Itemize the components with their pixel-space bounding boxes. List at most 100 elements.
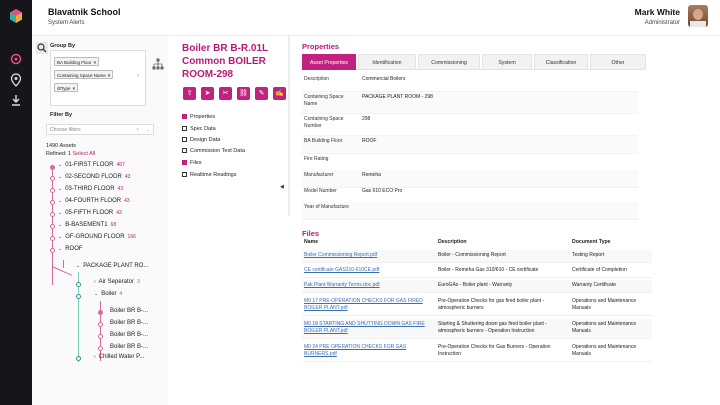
table-row[interactable]: M0 18 STARTING AND SHUTTING DOWN GAS FIR… (302, 319, 652, 339)
property-value: Remeha (362, 172, 381, 178)
file-link[interactable]: Boiler Commissioning Report.pdf (304, 252, 434, 259)
download-icon[interactable] (9, 93, 23, 107)
tree-item[interactable]: ⌄ PACKAGE PLANT RO... (76, 263, 148, 269)
tree-item[interactable]: ⌄ Boiler 4 (94, 291, 122, 297)
clear-icon[interactable]: × (136, 125, 139, 135)
nav-item-properties[interactable]: Properties (182, 114, 215, 120)
group-chip[interactable]: Containing Space Name × (54, 70, 114, 79)
nav-item-design-data[interactable]: Design Data (182, 137, 220, 143)
file-link[interactable]: CE certificate GAS310-610CE.pdf (304, 267, 434, 274)
checkbox[interactable] (182, 126, 187, 131)
app-logo-icon[interactable] (9, 9, 23, 23)
asset-title: Boiler BR B-R.01L Common BOILER ROOM-298 (182, 43, 268, 80)
tab-commissioning[interactable]: Commissioning (418, 54, 480, 70)
tree-item[interactable]: ⌄ 04-FOURTH FLOOR 43 (58, 198, 130, 204)
property-key: Model Number (304, 188, 337, 194)
tools-icon[interactable]: ✂ (219, 87, 232, 100)
column-header[interactable]: Description (438, 239, 467, 245)
settings-pin-icon[interactable] (9, 53, 23, 67)
checkbox[interactable] (182, 114, 187, 119)
search-icon[interactable] (36, 42, 48, 54)
tab-identification[interactable]: Identification (358, 54, 416, 70)
group-by-box[interactable]: BA Building Floor × Containing Space Name… (50, 50, 146, 106)
checkbox[interactable] (182, 137, 187, 142)
tree-item[interactable]: ⌄ 01-FIRST FLOOR 467 (58, 162, 125, 168)
file-link[interactable]: M0 24 PRE OPERATION CHECKS FOR GAS BURNE… (304, 344, 434, 358)
file-type: Operations and Maintenance Manuals (572, 321, 637, 334)
tree-item[interactable]: ⌄ B-BASEMENT1 68 (58, 222, 116, 228)
tree-item-label: Boiler BR B-... (110, 308, 149, 314)
tree-node-dot (76, 294, 81, 299)
checkbox[interactable] (182, 148, 187, 153)
tree-item[interactable]: ⌄ ROOF (58, 246, 86, 252)
tree-item[interactable]: Boiler BR B-... (110, 320, 148, 326)
group-chip[interactable]: dtType × (54, 83, 79, 92)
column-header[interactable]: Document Type (572, 239, 611, 245)
close-icon[interactable]: × (73, 86, 76, 91)
panel-divider (288, 36, 290, 216)
file-description: Boiler - Remeha Gas 310/610 - CE certifi… (438, 267, 539, 273)
tree-item[interactable]: ⌄ 05-FIFTH FLOOR 43 (58, 210, 122, 216)
tree-item-label: Air Seperator (98, 279, 135, 285)
chevron-right-icon[interactable]: › (137, 73, 139, 79)
refined-count: Refined: 1 Select All (46, 151, 95, 157)
tab-other[interactable]: Other (590, 54, 646, 70)
table-row[interactable]: Boiler Commissioning Report.pdf Boiler - … (302, 250, 652, 263)
tree-node-dot (98, 322, 103, 327)
filter-by-label: Filter By (50, 112, 73, 118)
tree-item[interactable]: ⌄ 02-SECOND FLOOR 43 (58, 174, 130, 180)
edit-icon[interactable]: ✎ (255, 87, 268, 100)
upload-icon[interactable]: ⇪ (183, 87, 196, 100)
checkbox[interactable] (182, 160, 187, 165)
tree-item-label: Boiler BR B-... (110, 332, 149, 338)
avatar[interactable] (688, 5, 708, 27)
tree-node-dot (98, 310, 103, 315)
compose-icon[interactable]: ✍ (273, 87, 286, 100)
table-row[interactable]: Pak Plant Warranty Terms.doc.pdf EuroGAs … (302, 280, 652, 293)
files-heading: Files (302, 229, 320, 238)
column-header[interactable]: Name (304, 239, 318, 245)
close-icon[interactable]: × (94, 60, 97, 65)
file-description: Pre-Operation Checks for Gas Burners - O… (438, 344, 551, 357)
property-value: PACKAGE PLANT ROOM - 298 (362, 94, 433, 100)
group-chip[interactable]: BA Building Floor × (54, 57, 100, 66)
location-icon[interactable] (9, 73, 23, 87)
file-link[interactable]: M0 17 PRE-OPERATION CHECKS FOR GAS FIRED… (304, 298, 434, 312)
tree-node-dot (76, 282, 81, 287)
property-key: Fire Rating (304, 156, 329, 162)
tree-item[interactable]: Boiler BR B-... (110, 344, 148, 350)
select-all-link[interactable]: Select All (73, 151, 96, 157)
tree-node-dot (50, 212, 55, 217)
chevron-down-icon[interactable]: ⌄ (146, 125, 150, 135)
nav-item-spec-data[interactable]: Spec Data (182, 126, 216, 132)
tree-item[interactable]: › Air Seperator 3 (94, 279, 140, 285)
user-name[interactable]: Mark White (635, 7, 680, 17)
tree-item[interactable]: ⌄ 03-THIRD FLOOR 43 (58, 186, 123, 192)
tab-classification[interactable]: Classification (534, 54, 588, 70)
tree-item[interactable]: Boiler BR B-... (110, 332, 148, 338)
close-icon[interactable]: × (108, 73, 111, 78)
file-link[interactable]: M0 18 STARTING AND SHUTTING DOWN GAS FIR… (304, 321, 434, 335)
tree-item[interactable]: ⌄ GF-GROUND FLOOR 166 (58, 234, 136, 240)
nav-item-realtime-readings[interactable]: Realtime Readings (182, 172, 236, 178)
filter-placeholder: Choose filters (50, 127, 81, 133)
tree-item-count: 43 (124, 174, 131, 180)
nav-item-files[interactable]: Files (182, 160, 202, 166)
filter-select[interactable]: Choose filters × ⌄ (46, 124, 154, 135)
table-row[interactable]: M0 24 PRE OPERATION CHECKS FOR GAS BURNE… (302, 342, 652, 362)
user-role: Administrator (644, 20, 680, 26)
send-icon[interactable]: ➤ (201, 87, 214, 100)
hierarchy-icon[interactable] (152, 58, 164, 70)
tab-asset-properties[interactable]: Asset Properties (302, 54, 356, 70)
table-row[interactable]: CE certificate GAS310-610CE.pdf Boiler - … (302, 265, 652, 278)
collapse-left-icon[interactable]: ◀ (280, 184, 284, 190)
nav-item-commission-test-data[interactable]: Commission Test Data (182, 148, 245, 154)
tree-item[interactable]: › Chilled Water P... (94, 354, 144, 360)
link-icon[interactable]: ⛓ (237, 87, 250, 100)
table-row[interactable]: M0 17 PRE-OPERATION CHECKS FOR GAS FIRED… (302, 296, 652, 316)
asset-tree-panel: Group By BA Building Floor × Containing S… (32, 36, 168, 405)
tab-system[interactable]: System (482, 54, 532, 70)
file-link[interactable]: Pak Plant Warranty Terms.doc.pdf (304, 282, 434, 289)
tree-item[interactable]: Boiler BR B-... (110, 308, 148, 314)
checkbox[interactable] (182, 172, 187, 177)
